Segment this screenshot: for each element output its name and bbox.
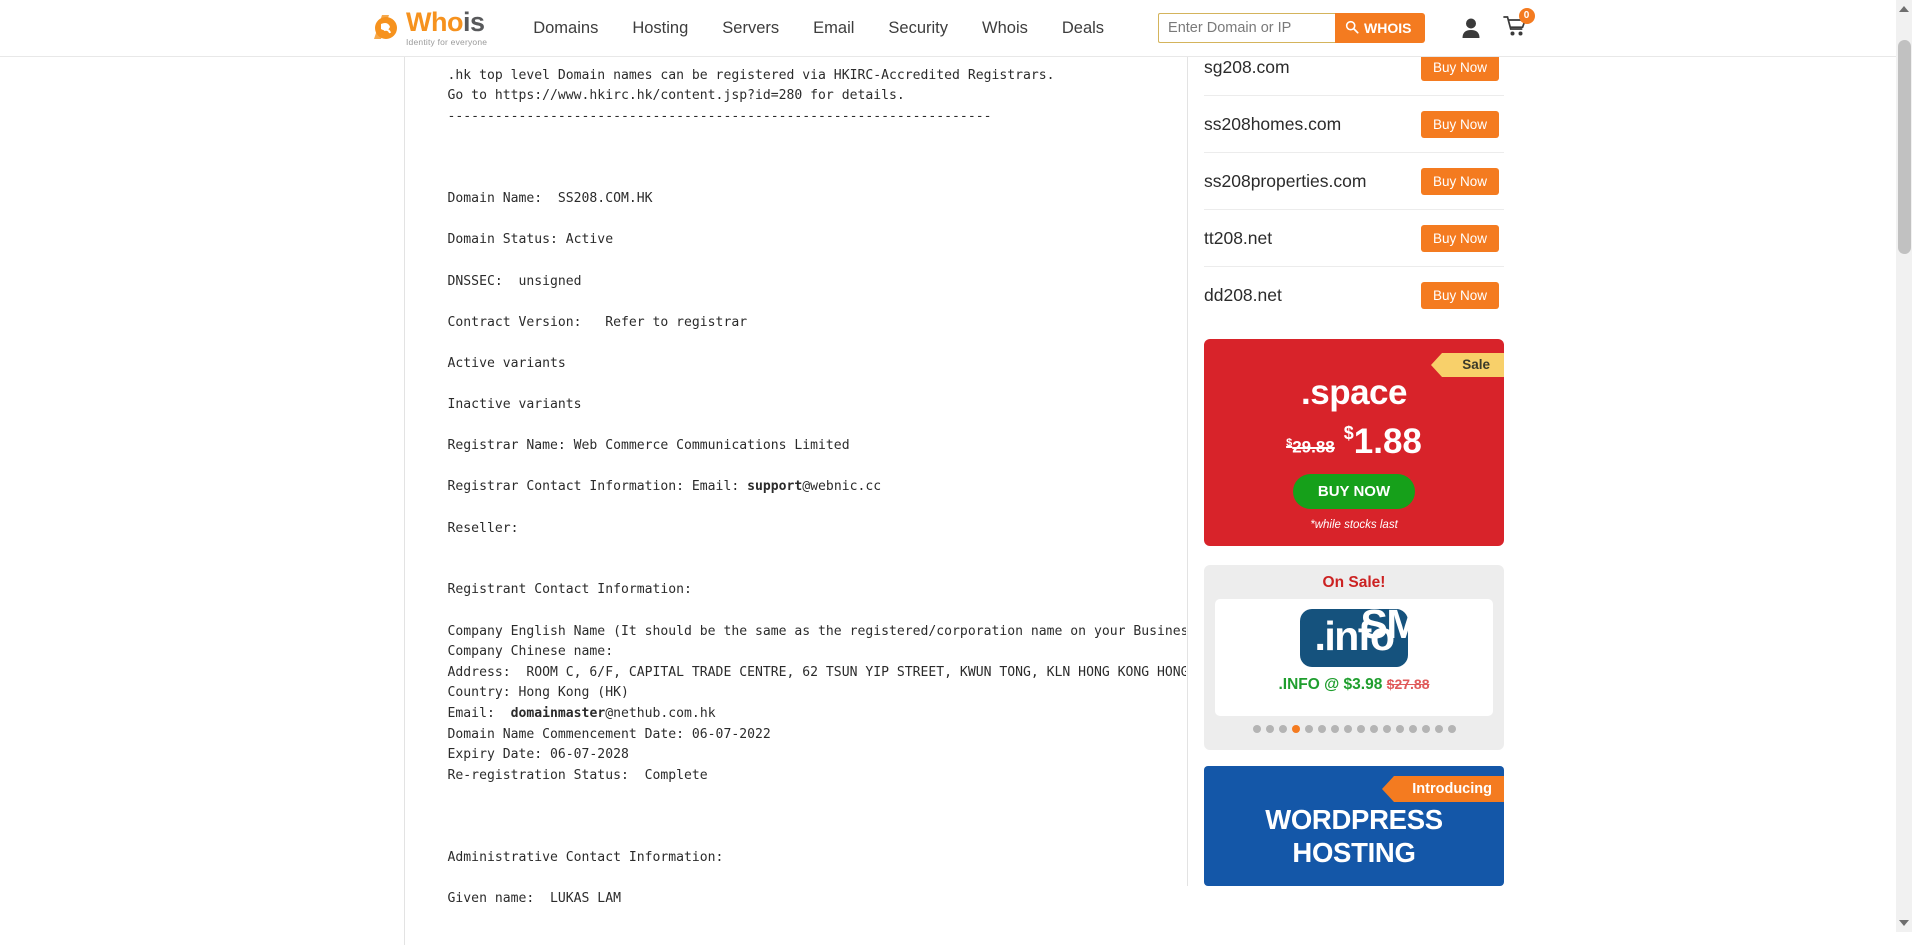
registrar-email-user: support <box>747 479 803 495</box>
cart-icon <box>1502 15 1527 41</box>
search-icon <box>1345 20 1359 37</box>
nav-item-deals[interactable]: Deals <box>1045 11 1121 46</box>
list-item[interactable]: ss208homes.com Buy Now <box>1204 96 1504 153</box>
new-price-currency: $ <box>1343 423 1354 443</box>
suggestion-domain-name: tt208.net <box>1204 227 1273 248</box>
whois-search-button[interactable]: WHOIS <box>1335 13 1425 43</box>
carousel-dots <box>1215 725 1493 733</box>
promo-stock-note: *while stocks last <box>1310 519 1398 531</box>
page-scrollbar[interactable] <box>1896 0 1912 932</box>
registrant-email-user: domainmaster <box>510 706 606 721</box>
on-sale-old-price: $27.88 <box>1386 676 1430 692</box>
domain-suggestions-list: sg208.com Buy Now ss208homes.com Buy Now… <box>1204 39 1504 324</box>
scroll-up-arrow-icon[interactable] <box>1899 6 1909 12</box>
promo-tld-label: .space <box>1301 373 1407 412</box>
buy-now-button[interactable]: Buy Now <box>1420 224 1499 252</box>
whois-result-panel: ----------------------------------------… <box>404 45 1186 945</box>
carousel-dot[interactable] <box>1317 725 1326 733</box>
on-sale-carousel: On Sale! .info SM .INFO @ $3.98 $27.88 <box>1204 565 1504 750</box>
info-servicemark-label: SM <box>1360 601 1421 647</box>
whois-text-part-2: Reseller: Registrant Contact Information… <box>447 520 1186 721</box>
registrar-email-domain: @webnic.cc <box>802 479 882 495</box>
wp-banner-title: WORDPRESS HOSTING <box>1204 803 1504 869</box>
right-sidebar: sg208.com Buy Now ss208homes.com Buy Now… <box>1187 39 1504 886</box>
whois-text-part-1: ----------------------------------------… <box>447 47 1055 495</box>
domain-search-group: WHOIS <box>1158 13 1425 43</box>
on-sale-title: On Sale! <box>1322 574 1386 591</box>
carousel-dot-active[interactable] <box>1291 725 1300 733</box>
nav-item-hosting[interactable]: Hosting <box>615 11 705 46</box>
list-item[interactable]: tt208.net Buy Now <box>1204 210 1504 267</box>
header-icons: 0 <box>1461 7 1535 42</box>
carousel-dot[interactable] <box>1304 725 1313 733</box>
cart-button[interactable]: 0 <box>1502 7 1535 42</box>
new-price-value: 1.88 <box>1353 422 1422 461</box>
wp-banner-line1: WORDPRESS <box>1265 804 1443 835</box>
logo-wordmark: Whois <box>406 7 485 38</box>
logo-tagline: Identity for everyone <box>406 37 488 48</box>
carousel-dot[interactable] <box>1447 725 1456 733</box>
promo-new-price: $1.88 <box>1344 422 1422 462</box>
carousel-dot[interactable] <box>1252 725 1261 733</box>
carousel-dot[interactable] <box>1265 725 1274 733</box>
buy-now-button[interactable]: Buy Now <box>1420 53 1499 81</box>
info-tld-logo-icon: .info SM <box>1300 604 1420 667</box>
buy-now-button[interactable]: Buy Now <box>1420 167 1499 195</box>
carousel-dot[interactable] <box>1421 725 1430 733</box>
nav-item-servers[interactable]: Servers <box>705 11 796 46</box>
buy-now-button[interactable]: Buy Now <box>1420 110 1499 138</box>
promo-old-price: $29.88 <box>1286 437 1335 458</box>
nav-item-email[interactable]: Email <box>796 11 871 46</box>
suggestion-domain-name: sg208.com <box>1204 56 1290 77</box>
suggestion-domain-name: ss208homes.com <box>1204 113 1342 134</box>
whois-raw-text: ----------------------------------------… <box>416 45 1186 910</box>
main-nav: Domains Hosting Servers Email Security W… <box>516 11 1121 46</box>
nav-item-security[interactable]: Security <box>871 11 965 46</box>
list-item[interactable]: ss208properties.com Buy Now <box>1204 153 1504 210</box>
carousel-dot[interactable] <box>1434 725 1443 733</box>
scroll-down-arrow-icon[interactable] <box>1899 920 1909 926</box>
space-promo-banner[interactable]: Sale .space $29.88 $1.88 BUY NOW *while … <box>1204 339 1504 546</box>
carousel-dot[interactable] <box>1408 725 1417 733</box>
site-header: Whois Identity for everyone Domains Host… <box>0 0 1896 57</box>
promo-price-row: $29.88 $1.88 <box>1204 422 1504 462</box>
site-logo[interactable]: Whois Identity for everyone <box>371 9 487 47</box>
carousel-dot[interactable] <box>1369 725 1378 733</box>
suggestion-domain-name: dd208.net <box>1204 285 1282 305</box>
wordpress-hosting-banner[interactable]: Introducing WORDPRESS HOSTING <box>1204 766 1504 886</box>
introducing-ribbon-badge: Introducing <box>1382 776 1504 802</box>
on-sale-slide[interactable]: .info SM .INFO @ $3.98 $27.88 <box>1215 599 1493 716</box>
buy-now-button[interactable]: Buy Now <box>1420 282 1499 309</box>
scrollbar-thumb[interactable] <box>1898 40 1911 254</box>
carousel-dot[interactable] <box>1330 725 1339 733</box>
promo-buy-now-button[interactable]: BUY NOW <box>1292 474 1416 509</box>
whois-text-part-3: Domain Name Commencement Date: 06-07-202… <box>447 726 771 907</box>
carousel-dot[interactable] <box>1356 725 1365 733</box>
wp-banner-line2: HOSTING <box>1292 837 1416 868</box>
whois-logo-icon <box>371 12 401 44</box>
suggestion-domain-name: ss208properties.com <box>1204 170 1367 191</box>
search-input[interactable] <box>1158 13 1336 43</box>
registrant-email-domain: @nethub.com.hk <box>605 706 716 721</box>
whois-button-label: WHOIS <box>1364 20 1412 36</box>
nav-item-whois[interactable]: Whois <box>965 11 1045 46</box>
on-sale-price-row: .INFO @ $3.98 $27.88 <box>1215 676 1493 694</box>
carousel-dot[interactable] <box>1382 725 1391 733</box>
nav-item-domains[interactable]: Domains <box>516 11 615 46</box>
carousel-dot[interactable] <box>1395 725 1404 733</box>
list-item[interactable]: dd208.net Buy Now <box>1204 267 1504 324</box>
page-body: ----------------------------------------… <box>0 39 1896 945</box>
on-sale-price: .INFO @ $3.98 <box>1278 676 1383 693</box>
carousel-dot[interactable] <box>1343 725 1352 733</box>
old-price-value: 29.88 <box>1292 438 1335 457</box>
user-account-icon[interactable] <box>1461 17 1481 39</box>
cart-count-badge: 0 <box>1518 7 1535 24</box>
carousel-dot[interactable] <box>1278 725 1287 733</box>
sale-ribbon-badge: Sale <box>1431 353 1504 377</box>
